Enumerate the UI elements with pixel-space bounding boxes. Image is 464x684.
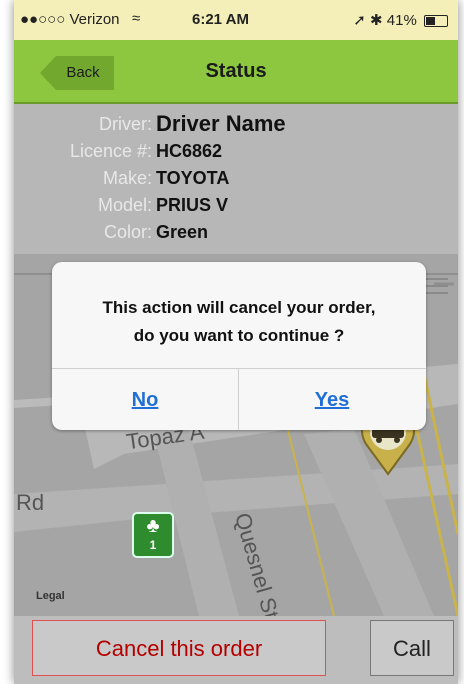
yes-button[interactable]: Yes (239, 369, 425, 430)
battery-percent: 41% (386, 12, 417, 29)
model-label: Model: (97, 195, 152, 215)
driver-label: Driver: (99, 114, 152, 134)
driver-value: Driver Name (156, 111, 286, 136)
carrier-label: ●●○○○ Verizon (20, 11, 120, 28)
driver-info-panel: Driver: Driver Name Licence #: HC6862 Ma… (14, 104, 458, 254)
navigation-bar: Back Status (14, 40, 458, 104)
confirm-dialog: This action will cancel your order, do y… (52, 262, 426, 430)
make-label: Make: (102, 168, 152, 188)
color-value: Green (156, 222, 209, 242)
page-title: Status (205, 60, 267, 82)
status-right: ➚ ✱ 41% (353, 11, 448, 29)
clock: 6:21 AM (192, 11, 249, 28)
route-number: 1 (149, 538, 157, 552)
licence-label: Licence #: (69, 141, 152, 161)
phone-screen: ●●○○○ Verizon ≈ 6:21 AM ➚ ✱ 41% Back Sta… (14, 0, 458, 684)
make-value: TOYOTA (156, 168, 230, 188)
maple-leaf-icon: ♣ (146, 515, 160, 537)
call-button[interactable]: Call (370, 620, 454, 676)
licence-value: HC6862 (156, 141, 223, 161)
dialog-buttons: No Yes (52, 368, 426, 430)
color-label: Color: (103, 222, 152, 242)
wifi-icon: ≈ (132, 10, 141, 27)
battery-icon (424, 15, 448, 28)
dialog-line-2: do you want to continue ? (133, 326, 345, 345)
color-row: Color: Green (14, 222, 458, 244)
legal-link[interactable]: Legal (36, 590, 65, 602)
location-icon: ➚ (353, 12, 366, 29)
dialog-line-1: This action will cancel your order, (102, 298, 376, 317)
status-bar: ●●○○○ Verizon ≈ 6:21 AM ➚ ✱ 41% (14, 0, 458, 40)
dialog-message: This action will cancel your order, do y… (52, 294, 426, 350)
bluetooth-icon: ✱ (370, 12, 383, 29)
bottom-bar: Cancel this order Call (14, 616, 458, 684)
street-label-rd: Rd (16, 490, 45, 515)
make-row: Make: TOYOTA (14, 168, 458, 190)
route-badge-icon: ♣ 1 (132, 512, 174, 558)
model-row: Model: PRIUS V (14, 195, 458, 217)
model-value: PRIUS V (156, 195, 229, 215)
licence-row: Licence #: HC6862 (14, 141, 458, 163)
no-button[interactable]: No (52, 369, 239, 430)
cancel-order-button[interactable]: Cancel this order (32, 620, 326, 676)
driver-row: Driver: Driver Name (14, 111, 458, 136)
